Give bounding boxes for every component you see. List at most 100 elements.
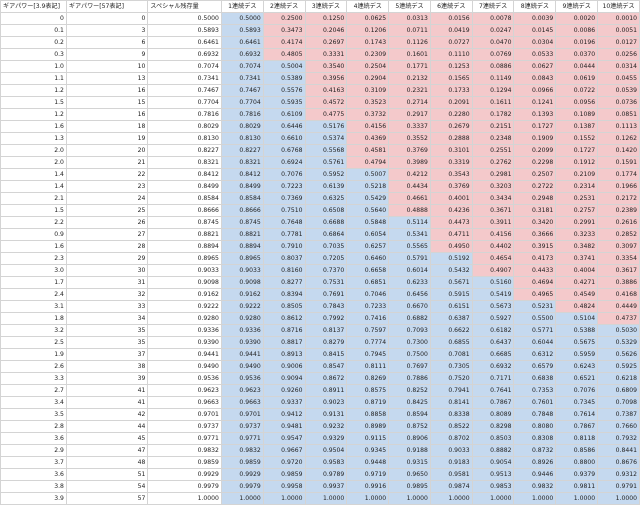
cell-death-streak-4[interactable]: 0.8111 [346,360,390,373]
cell-death-streak-4[interactable]: 0.9115 [346,432,390,445]
cell-gear-power-57[interactable]: 25 [65,204,149,217]
cell-death-streak-8[interactable]: 0.0843 [513,72,557,85]
header-special-remaining[interactable]: スペシャル残存量 [147,0,222,13]
cell-death-streak-5[interactable]: 0.1771 [388,60,431,73]
cell-death-streak-4[interactable]: 0.7416 [346,312,390,325]
cell-death-streak-1[interactable]: 0.7816 [220,108,264,121]
spreadsheet-grid[interactable]: ギアパワー[3.9表記] ギアパワー[57表記] スペシャル残存量 1連続デス … [0,0,640,505]
cell-death-streak-6[interactable]: 0.5432 [429,264,473,277]
cell-death-streak-1[interactable]: 0.5893 [220,24,264,37]
cell-death-streak-7[interactable]: 0.6182 [471,324,515,337]
cell-gear-power-39[interactable]: 1.5 [0,96,67,109]
cell-death-streak-8[interactable]: 0.3666 [513,228,557,241]
cell-death-streak-3[interactable]: 0.9504 [304,444,348,457]
cell-death-streak-1[interactable]: 0.8894 [220,240,264,253]
cell-death-streak-9[interactable]: 0.0196 [555,36,599,49]
cell-death-streak-10[interactable]: 0.2616 [597,216,640,229]
cell-gear-power-39[interactable]: 3.3 [0,372,67,385]
cell-death-streak-5[interactable]: 0.5565 [388,240,431,253]
cell-gear-power-57[interactable]: 13 [65,72,149,85]
cell-death-streak-9[interactable]: 0.2991 [555,216,599,229]
cell-death-streak-4[interactable]: 0.5218 [346,180,390,193]
cell-death-streak-2[interactable]: 0.9481 [262,420,306,433]
cell-special-remaining[interactable]: 0.8227 [147,144,222,157]
cell-death-streak-2[interactable]: 0.5935 [262,96,306,109]
cell-death-streak-4[interactable]: 0.6054 [346,228,390,241]
cell-death-streak-3[interactable]: 0.8547 [304,360,348,373]
cell-death-streak-8[interactable]: 0.9832 [513,480,557,493]
cell-gear-power-39[interactable]: 3.8 [0,480,67,493]
cell-gear-power-39[interactable]: 1.8 [0,312,67,325]
cell-death-streak-3[interactable]: 0.7691 [304,288,348,301]
cell-death-streak-5[interactable]: 0.0313 [388,12,431,25]
cell-death-streak-5[interactable]: 0.2714 [388,96,431,109]
cell-death-streak-1[interactable]: 0.8821 [220,228,264,241]
cell-death-streak-9[interactable]: 0.6243 [555,360,599,373]
cell-death-streak-2[interactable]: 0.5576 [262,84,306,97]
cell-death-streak-6[interactable]: 0.4001 [429,192,473,205]
cell-death-streak-6[interactable]: 0.0727 [429,36,473,49]
cell-special-remaining[interactable]: 0.7467 [147,84,222,97]
cell-death-streak-7[interactable]: 0.9853 [471,480,515,493]
cell-death-streak-3[interactable]: 0.4163 [304,84,348,97]
cell-death-streak-7[interactable]: 0.2981 [471,168,515,181]
cell-death-streak-4[interactable]: 0.7233 [346,300,390,313]
cell-death-streak-10[interactable]: 0.0314 [597,60,640,73]
cell-special-remaining[interactable]: 0.8412 [147,168,222,181]
cell-death-streak-4[interactable]: 0.8858 [346,408,390,421]
cell-death-streak-5[interactable]: 0.5791 [388,252,431,265]
cell-death-streak-7[interactable]: 0.1149 [471,72,515,85]
cell-death-streak-1[interactable]: 0.9336 [220,324,264,337]
cell-death-streak-2[interactable]: 0.6446 [262,120,306,133]
cell-death-streak-1[interactable]: 0.9859 [220,456,264,469]
cell-gear-power-57[interactable]: 16 [65,108,149,121]
cell-death-streak-6[interactable]: 0.8338 [429,408,473,421]
cell-death-streak-2[interactable]: 0.9547 [262,432,306,445]
cell-gear-power-39[interactable]: 2.2 [0,216,67,229]
cell-gear-power-57[interactable]: 27 [65,228,149,241]
cell-death-streak-9[interactable]: 0.0619 [555,72,599,85]
cell-death-streak-2[interactable]: 0.7223 [262,180,306,193]
cell-death-streak-4[interactable]: 1.0000 [346,492,390,505]
cell-gear-power-57[interactable]: 51 [65,468,149,481]
cell-death-streak-6[interactable]: 0.4236 [429,204,473,217]
cell-death-streak-1[interactable]: 0.9701 [220,408,264,421]
cell-death-streak-7[interactable]: 0.2762 [471,156,515,169]
cell-death-streak-5[interactable]: 0.9650 [388,468,431,481]
cell-death-streak-4[interactable]: 0.4794 [346,156,390,169]
cell-death-streak-1[interactable]: 0.9222 [220,300,264,313]
cell-death-streak-2[interactable]: 0.7076 [262,168,306,181]
cell-death-streak-9[interactable]: 0.7076 [555,384,599,397]
cell-death-streak-7[interactable]: 0.4907 [471,264,515,277]
cell-death-streak-2[interactable]: 0.9260 [262,384,306,397]
cell-death-streak-2[interactable]: 0.6610 [262,132,306,145]
cell-death-streak-4[interactable]: 0.5429 [346,192,390,205]
cell-death-streak-7[interactable]: 0.3671 [471,204,515,217]
cell-death-streak-5[interactable]: 0.4434 [388,180,431,193]
cell-gear-power-57[interactable]: 9 [65,48,149,61]
cell-death-streak-4[interactable]: 0.2309 [346,48,390,61]
cell-death-streak-9[interactable]: 0.4549 [555,288,599,301]
cell-gear-power-39[interactable]: 1.9 [0,348,67,361]
cell-death-streak-9[interactable]: 0.3741 [555,252,599,265]
cell-death-streak-9[interactable]: 0.8800 [555,456,599,469]
cell-death-streak-2[interactable]: 0.6109 [262,108,306,121]
cell-death-streak-5[interactable]: 0.2321 [388,84,431,97]
cell-death-streak-5[interactable]: 0.8252 [388,384,431,397]
cell-special-remaining[interactable]: 0.9390 [147,336,222,349]
cell-death-streak-8[interactable]: 0.2722 [513,180,557,193]
cell-gear-power-39[interactable]: 1.2 [0,84,67,97]
cell-death-streak-4[interactable]: 0.1206 [346,24,390,37]
cell-death-streak-6[interactable]: 0.0419 [429,24,473,37]
cell-death-streak-2[interactable]: 0.9094 [262,372,306,385]
cell-death-streak-6[interactable]: 0.5671 [429,276,473,289]
cell-death-streak-6[interactable]: 0.6855 [429,336,473,349]
cell-death-streak-8[interactable]: 1.0000 [513,492,557,505]
cell-death-streak-9[interactable]: 0.4271 [555,276,599,289]
cell-death-streak-10[interactable]: 0.1420 [597,144,640,157]
cell-death-streak-7[interactable]: 0.8089 [471,408,515,421]
cell-death-streak-1[interactable]: 0.7341 [220,72,264,85]
cell-death-streak-5[interactable]: 0.9315 [388,456,431,469]
cell-death-streak-1[interactable]: 0.9280 [220,312,264,325]
cell-death-streak-8[interactable]: 0.7848 [513,408,557,421]
